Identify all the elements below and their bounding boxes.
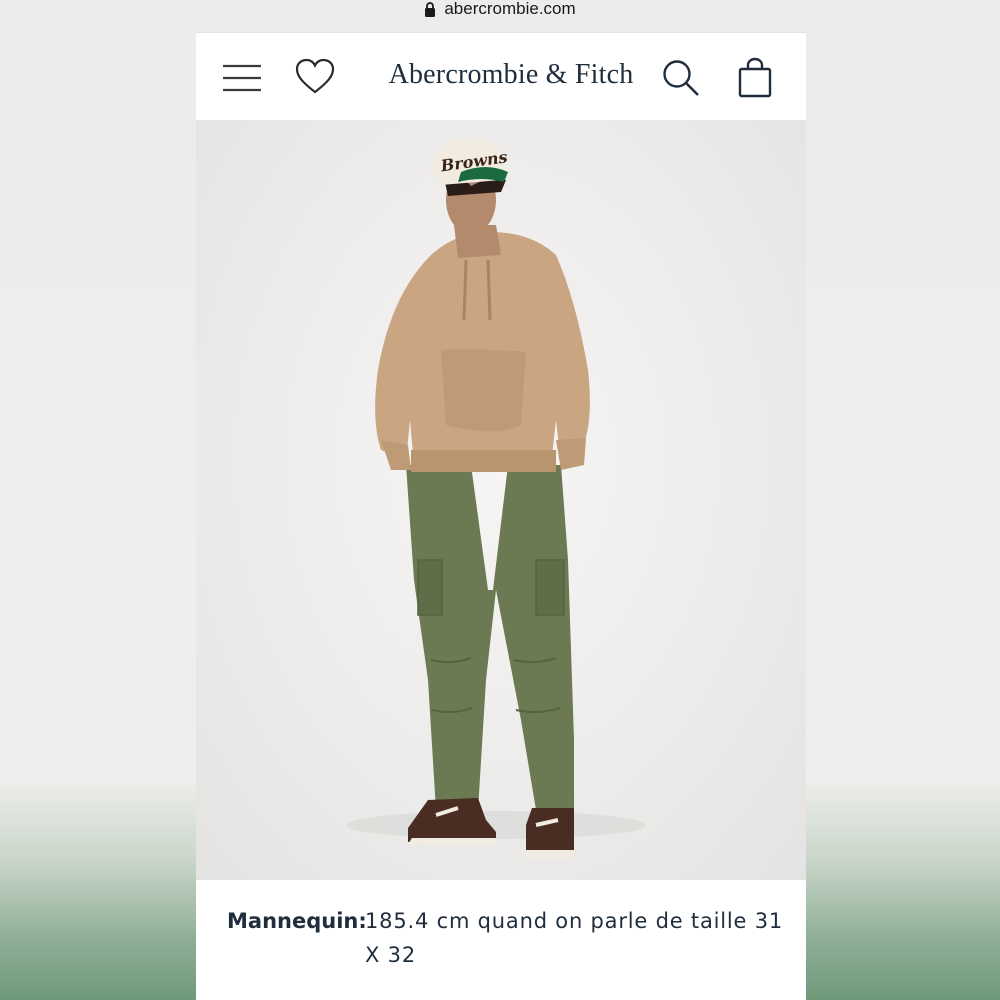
product-page-card: Abercrombie & Fitch Browns Mannequin: 18… (196, 32, 806, 1000)
site-header: Abercrombie & Fitch (196, 32, 806, 121)
url-text: abercrombie.com (444, 0, 576, 18)
browser-url-bar[interactable]: abercrombie.com (0, 0, 1000, 28)
lock-icon (425, 1, 436, 17)
search-icon[interactable] (660, 57, 702, 99)
caption-value: 185.4 cm quand on parle de taille 31 X 3… (365, 909, 784, 967)
heart-icon[interactable] (294, 57, 336, 99)
brand-logo[interactable]: Abercrombie & Fitch (356, 59, 666, 91)
menu-icon[interactable] (221, 57, 263, 99)
shopping-bag-icon[interactable] (734, 57, 776, 99)
caption-label: Mannequin: (227, 909, 367, 933)
product-image[interactable]: Browns (196, 120, 806, 880)
model-illustration: Browns (346, 138, 646, 858)
